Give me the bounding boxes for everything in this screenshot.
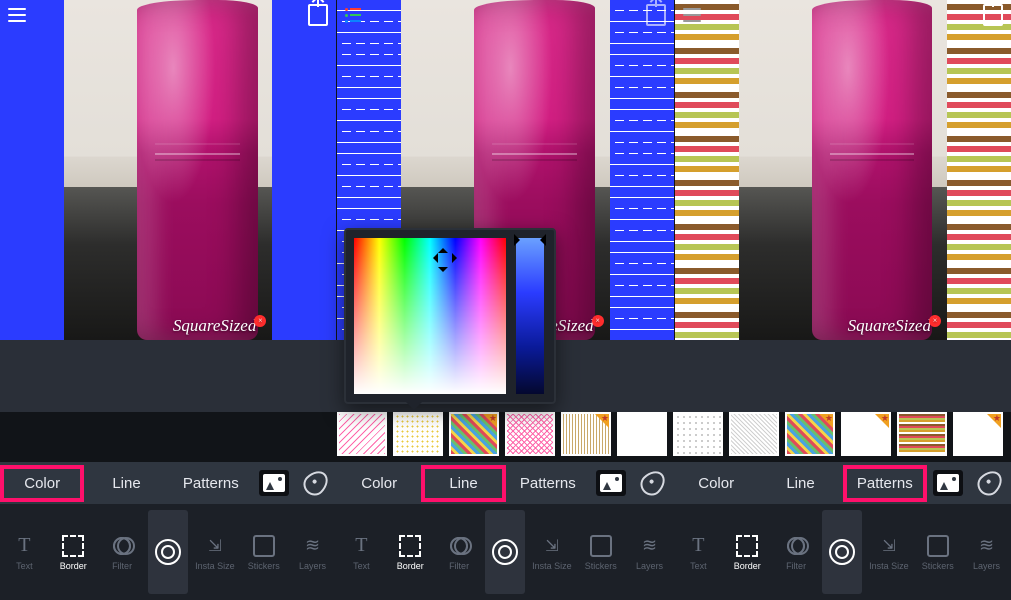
tool-insta-size[interactable]: ⇲Insta Size — [190, 504, 239, 600]
sub-set-3: Color Line Patterns — [674, 462, 1011, 504]
tab-color[interactable]: Color — [674, 465, 758, 502]
tab-color[interactable]: Color — [337, 465, 421, 502]
tool-layers[interactable]: ≋Layers — [625, 504, 674, 600]
tab-patterns[interactable]: Patterns — [506, 465, 590, 502]
sub-tab-row: Color Line Patterns Color Line Patterns … — [0, 462, 1011, 504]
tool-border[interactable]: Border — [723, 504, 772, 600]
border-right — [947, 0, 1011, 340]
topbar — [337, 0, 673, 30]
topbar — [675, 0, 1011, 30]
tool-text[interactable]: TText — [0, 504, 49, 600]
tool-stickers[interactable]: Stickers — [913, 504, 962, 600]
eyedropper-icon[interactable] — [295, 462, 337, 504]
swatch-dots-yellow[interactable] — [393, 412, 443, 456]
list-icon[interactable] — [345, 8, 361, 23]
swatch-fine-diag[interactable] — [729, 412, 779, 456]
dock-set-2: TText Border Filter ⇲Insta Size Stickers… — [337, 504, 674, 600]
share-icon[interactable] — [646, 4, 666, 26]
image-picker-icon[interactable] — [927, 462, 969, 504]
eyedropper-icon[interactable] — [632, 462, 674, 504]
spectrum-cursor[interactable] — [438, 253, 452, 267]
hue-bar[interactable] — [516, 238, 544, 394]
swatch-diagonal-stripes[interactable]: ★ — [785, 412, 835, 456]
dock-set-1: TText Border Filter ⇲Insta Size Stickers… — [0, 504, 337, 600]
topbar — [0, 0, 336, 30]
preview-pane-patterns: SquareSized× — [675, 0, 1011, 340]
tab-patterns[interactable]: Patterns — [169, 465, 253, 502]
canvas[interactable]: SquareSized× — [675, 0, 1011, 340]
watermark: SquareSized× — [848, 316, 941, 336]
tool-filter[interactable]: Filter — [98, 504, 147, 600]
tool-border[interactable]: Border — [386, 504, 435, 600]
tab-patterns[interactable]: Patterns — [843, 465, 927, 502]
image-picker-icon[interactable] — [590, 462, 632, 504]
sub-set-2: Color Line Patterns — [337, 462, 674, 504]
share-icon[interactable] — [983, 4, 1003, 26]
sub-set-1: Color Line Patterns — [0, 462, 337, 504]
picker-arrow — [406, 402, 422, 418]
tool-filter[interactable]: Filter — [435, 504, 484, 600]
tool-text[interactable]: TText — [674, 504, 723, 600]
swatch-diag-multi[interactable]: ★ — [449, 412, 499, 456]
border-left — [0, 0, 64, 340]
tool-filter[interactable]: Filter — [772, 504, 821, 600]
color-picker[interactable] — [344, 228, 556, 404]
tool-text[interactable]: TText — [337, 504, 386, 600]
bottom-dock: TText Border Filter ⇲Insta Size Stickers… — [0, 504, 1011, 600]
tool-shape[interactable] — [148, 510, 188, 594]
tool-insta-size[interactable]: ⇲Insta Size — [864, 504, 913, 600]
spectrum[interactable] — [354, 238, 506, 394]
tool-stickers[interactable]: Stickers — [239, 504, 288, 600]
swatch-plain-white[interactable] — [617, 412, 667, 456]
photo: SquareSized× — [64, 0, 272, 340]
eyedropper-icon[interactable] — [969, 462, 1011, 504]
canvas[interactable]: SquareSized× — [0, 0, 336, 340]
dock-set-3: TText Border Filter ⇲Insta Size Stickers… — [674, 504, 1011, 600]
tool-shape[interactable] — [822, 510, 862, 594]
tool-shape[interactable] — [485, 510, 525, 594]
swatch-chevron-tan[interactable]: ★ — [561, 412, 611, 456]
watermark: SquareSized× — [173, 316, 266, 336]
share-icon[interactable] — [308, 4, 328, 26]
tool-insta-size[interactable]: ⇲Insta Size — [527, 504, 576, 600]
hue-cursor[interactable] — [534, 234, 546, 246]
tool-layers[interactable]: ≋Layers — [288, 504, 337, 600]
image-picker-icon[interactable] — [253, 462, 295, 504]
pattern-swatches: ★ ★ ★ ★ ★ — [337, 412, 1011, 458]
tab-line[interactable]: Line — [758, 465, 842, 502]
tab-line[interactable]: Line — [84, 465, 168, 502]
tool-stickers[interactable]: Stickers — [576, 504, 625, 600]
swatch-arrow-corner[interactable]: ★ — [841, 412, 891, 456]
border-right — [610, 0, 674, 340]
menu-icon[interactable] — [683, 8, 701, 22]
border-left — [675, 0, 739, 340]
menu-icon[interactable] — [8, 8, 26, 22]
swatch-wave-pink[interactable] — [337, 412, 387, 456]
swatch-more[interactable]: ★ — [953, 412, 1003, 456]
preview-pane-color: SquareSized× — [0, 0, 336, 340]
border-right — [272, 0, 336, 340]
photo: SquareSized× — [739, 0, 947, 340]
swatch-dots-grey[interactable] — [673, 412, 723, 456]
swatch-zigzag-pink[interactable] — [505, 412, 555, 456]
tool-layers[interactable]: ≋Layers — [962, 504, 1011, 600]
swatch-stripes-hor[interactable] — [897, 412, 947, 456]
tab-line[interactable]: Line — [421, 465, 505, 502]
tab-color[interactable]: Color — [0, 465, 84, 502]
tool-border[interactable]: Border — [49, 504, 98, 600]
